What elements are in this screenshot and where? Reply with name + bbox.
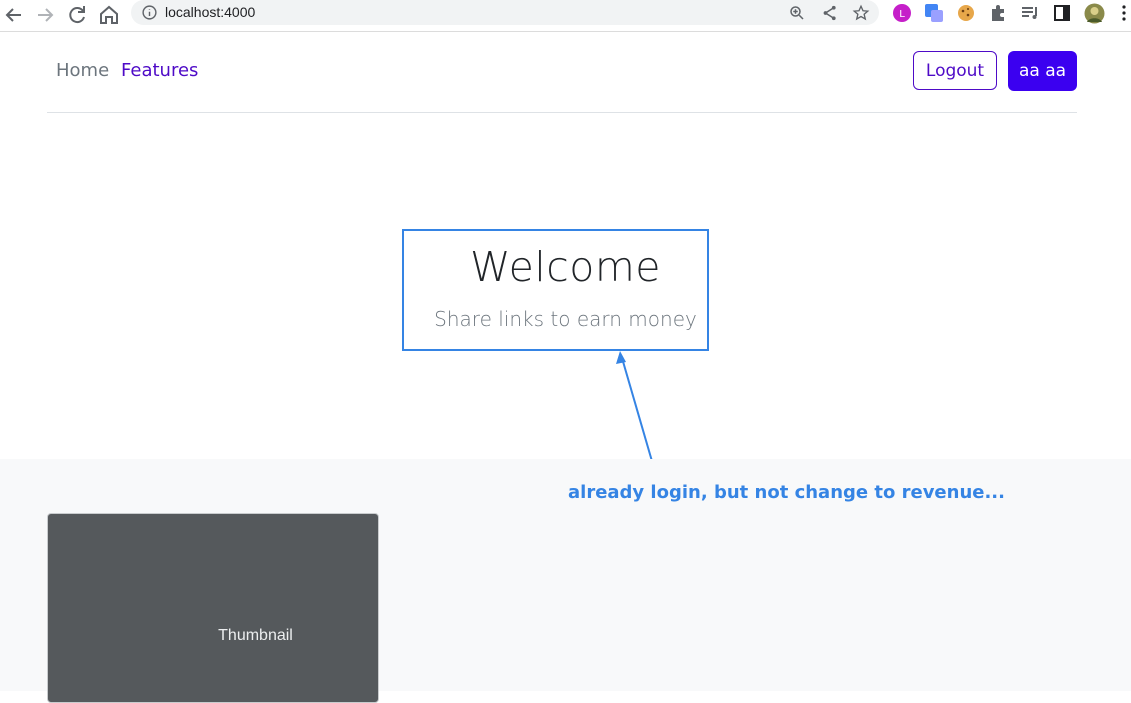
nav-home-link[interactable]: Home (56, 60, 109, 81)
reading-list-icon[interactable] (1020, 3, 1040, 23)
url-text: localhost:4000 (165, 4, 256, 20)
logout-button[interactable]: Logout (913, 51, 997, 90)
thumbnail-label: Thumbnail (218, 627, 293, 644)
more-menu-icon[interactable] (1118, 3, 1130, 23)
forward-icon[interactable] (33, 3, 57, 27)
home-icon[interactable] (97, 3, 121, 27)
info-icon[interactable] (141, 4, 158, 21)
zoom-icon[interactable] (788, 4, 806, 22)
cookie-extension-icon[interactable] (956, 3, 976, 23)
extension-lr-icon[interactable]: L (892, 3, 912, 23)
thumbnail-card[interactable]: Thumbnail (47, 513, 379, 703)
address-bar[interactable]: localhost:4000 (131, 0, 879, 25)
extensions-puzzle-icon[interactable] (988, 3, 1008, 23)
side-panel-icon[interactable] (1052, 3, 1072, 23)
browser-toolbar: localhost:4000 L (0, 0, 1131, 32)
user-button[interactable]: aa aa (1008, 51, 1077, 91)
back-icon[interactable] (2, 3, 26, 27)
reload-icon[interactable] (65, 3, 89, 27)
site-header: Home Features Logout aa aa (47, 32, 1077, 113)
svg-text:L: L (899, 9, 905, 20)
translate-extension-icon[interactable] (924, 3, 944, 23)
share-icon[interactable] (821, 4, 839, 22)
profile-avatar[interactable] (1084, 3, 1105, 24)
nav-features-link[interactable]: Features (121, 60, 198, 81)
annotation-text: already login, but not change to revenue… (568, 482, 1005, 503)
annotation-highlight-box (402, 229, 709, 351)
bookmark-star-icon[interactable] (852, 4, 870, 22)
